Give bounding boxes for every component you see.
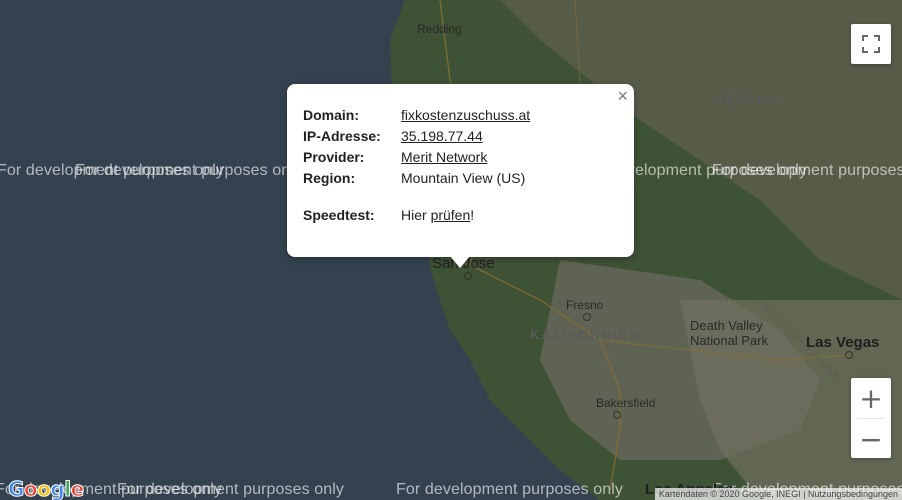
watermark-text: For development purposes only bbox=[396, 481, 624, 498]
info-label: Region: bbox=[303, 169, 356, 186]
info-label: Domain: bbox=[303, 106, 359, 123]
place-label-nevada: NEVADA bbox=[714, 92, 780, 107]
info-label: Provider: bbox=[303, 148, 365, 165]
watermark-text: For development purposes only bbox=[712, 162, 902, 179]
place-label-redding: Redding bbox=[417, 22, 462, 36]
google-logo-letter: e bbox=[70, 477, 85, 500]
map-canvas[interactable]: For development purposes only For develo… bbox=[0, 0, 902, 500]
info-label: Speedtest: bbox=[303, 206, 375, 223]
info-row-ip: IP-Adresse: 35.198.77.44 bbox=[303, 125, 530, 146]
info-label: IP-Adresse: bbox=[303, 127, 381, 144]
zoom-in-button[interactable]: + bbox=[851, 378, 891, 418]
google-logo[interactable]: Google bbox=[8, 477, 85, 500]
google-logo-letter: G bbox=[8, 477, 25, 500]
google-logo-text: Google bbox=[8, 477, 85, 500]
place-dot-bakersfield bbox=[613, 411, 621, 419]
place-label-fresno: Fresno bbox=[566, 298, 604, 312]
info-row-region: Region: Mountain View (US) bbox=[303, 167, 530, 188]
place-label-death-valley: Death Valley National Park bbox=[690, 318, 769, 348]
speedtest-link[interactable]: prüfen bbox=[431, 207, 471, 223]
speedtest-suffix: ! bbox=[470, 206, 475, 223]
speedtest-prefix: Hier bbox=[401, 206, 431, 223]
info-window-pointer bbox=[450, 256, 470, 268]
region-value: Mountain View (US) bbox=[401, 169, 526, 186]
google-logo-letter: g bbox=[50, 477, 65, 500]
watermark-text: For development purposes only bbox=[117, 481, 345, 498]
google-logo-letter: o bbox=[23, 477, 38, 500]
fullscreen-button[interactable] bbox=[851, 24, 891, 64]
info-row-provider: Provider: Merit Network bbox=[303, 146, 530, 167]
place-dot-san-jose bbox=[464, 272, 472, 280]
ip-link[interactable]: 35.198.77.44 bbox=[401, 128, 483, 144]
info-window: × Domain: fixkostenzuschuss.at IP-Adress… bbox=[287, 84, 634, 268]
zoom-out-button[interactable]: − bbox=[851, 419, 891, 459]
place-label-bakersfield: Bakersfield bbox=[596, 396, 656, 410]
place-dot-fresno bbox=[583, 313, 591, 321]
close-icon[interactable]: × bbox=[617, 86, 628, 107]
place-label-las-vegas: Las Vegas bbox=[806, 334, 880, 351]
info-table: Domain: fixkostenzuschuss.at IP-Adresse:… bbox=[303, 104, 530, 225]
domain-link[interactable]: fixkostenzuschuss.at bbox=[401, 107, 530, 123]
provider-link[interactable]: Merit Network bbox=[401, 149, 487, 165]
zoom-control: + − bbox=[851, 378, 891, 458]
fullscreen-icon bbox=[862, 35, 880, 53]
place-label-kalifornien: KALIFORNIEN bbox=[530, 327, 641, 342]
google-logo-letter: o bbox=[37, 477, 52, 500]
place-dot-las-vegas bbox=[845, 351, 853, 359]
info-row-speedtest: Speedtest: Hier prüfen! bbox=[303, 204, 530, 225]
info-row-domain: Domain: fixkostenzuschuss.at bbox=[303, 104, 530, 125]
watermark-text: For development purposes only bbox=[75, 162, 303, 179]
map-attribution[interactable]: Kartendaten © 2020 Google, INEGI | Nutzu… bbox=[654, 488, 902, 500]
